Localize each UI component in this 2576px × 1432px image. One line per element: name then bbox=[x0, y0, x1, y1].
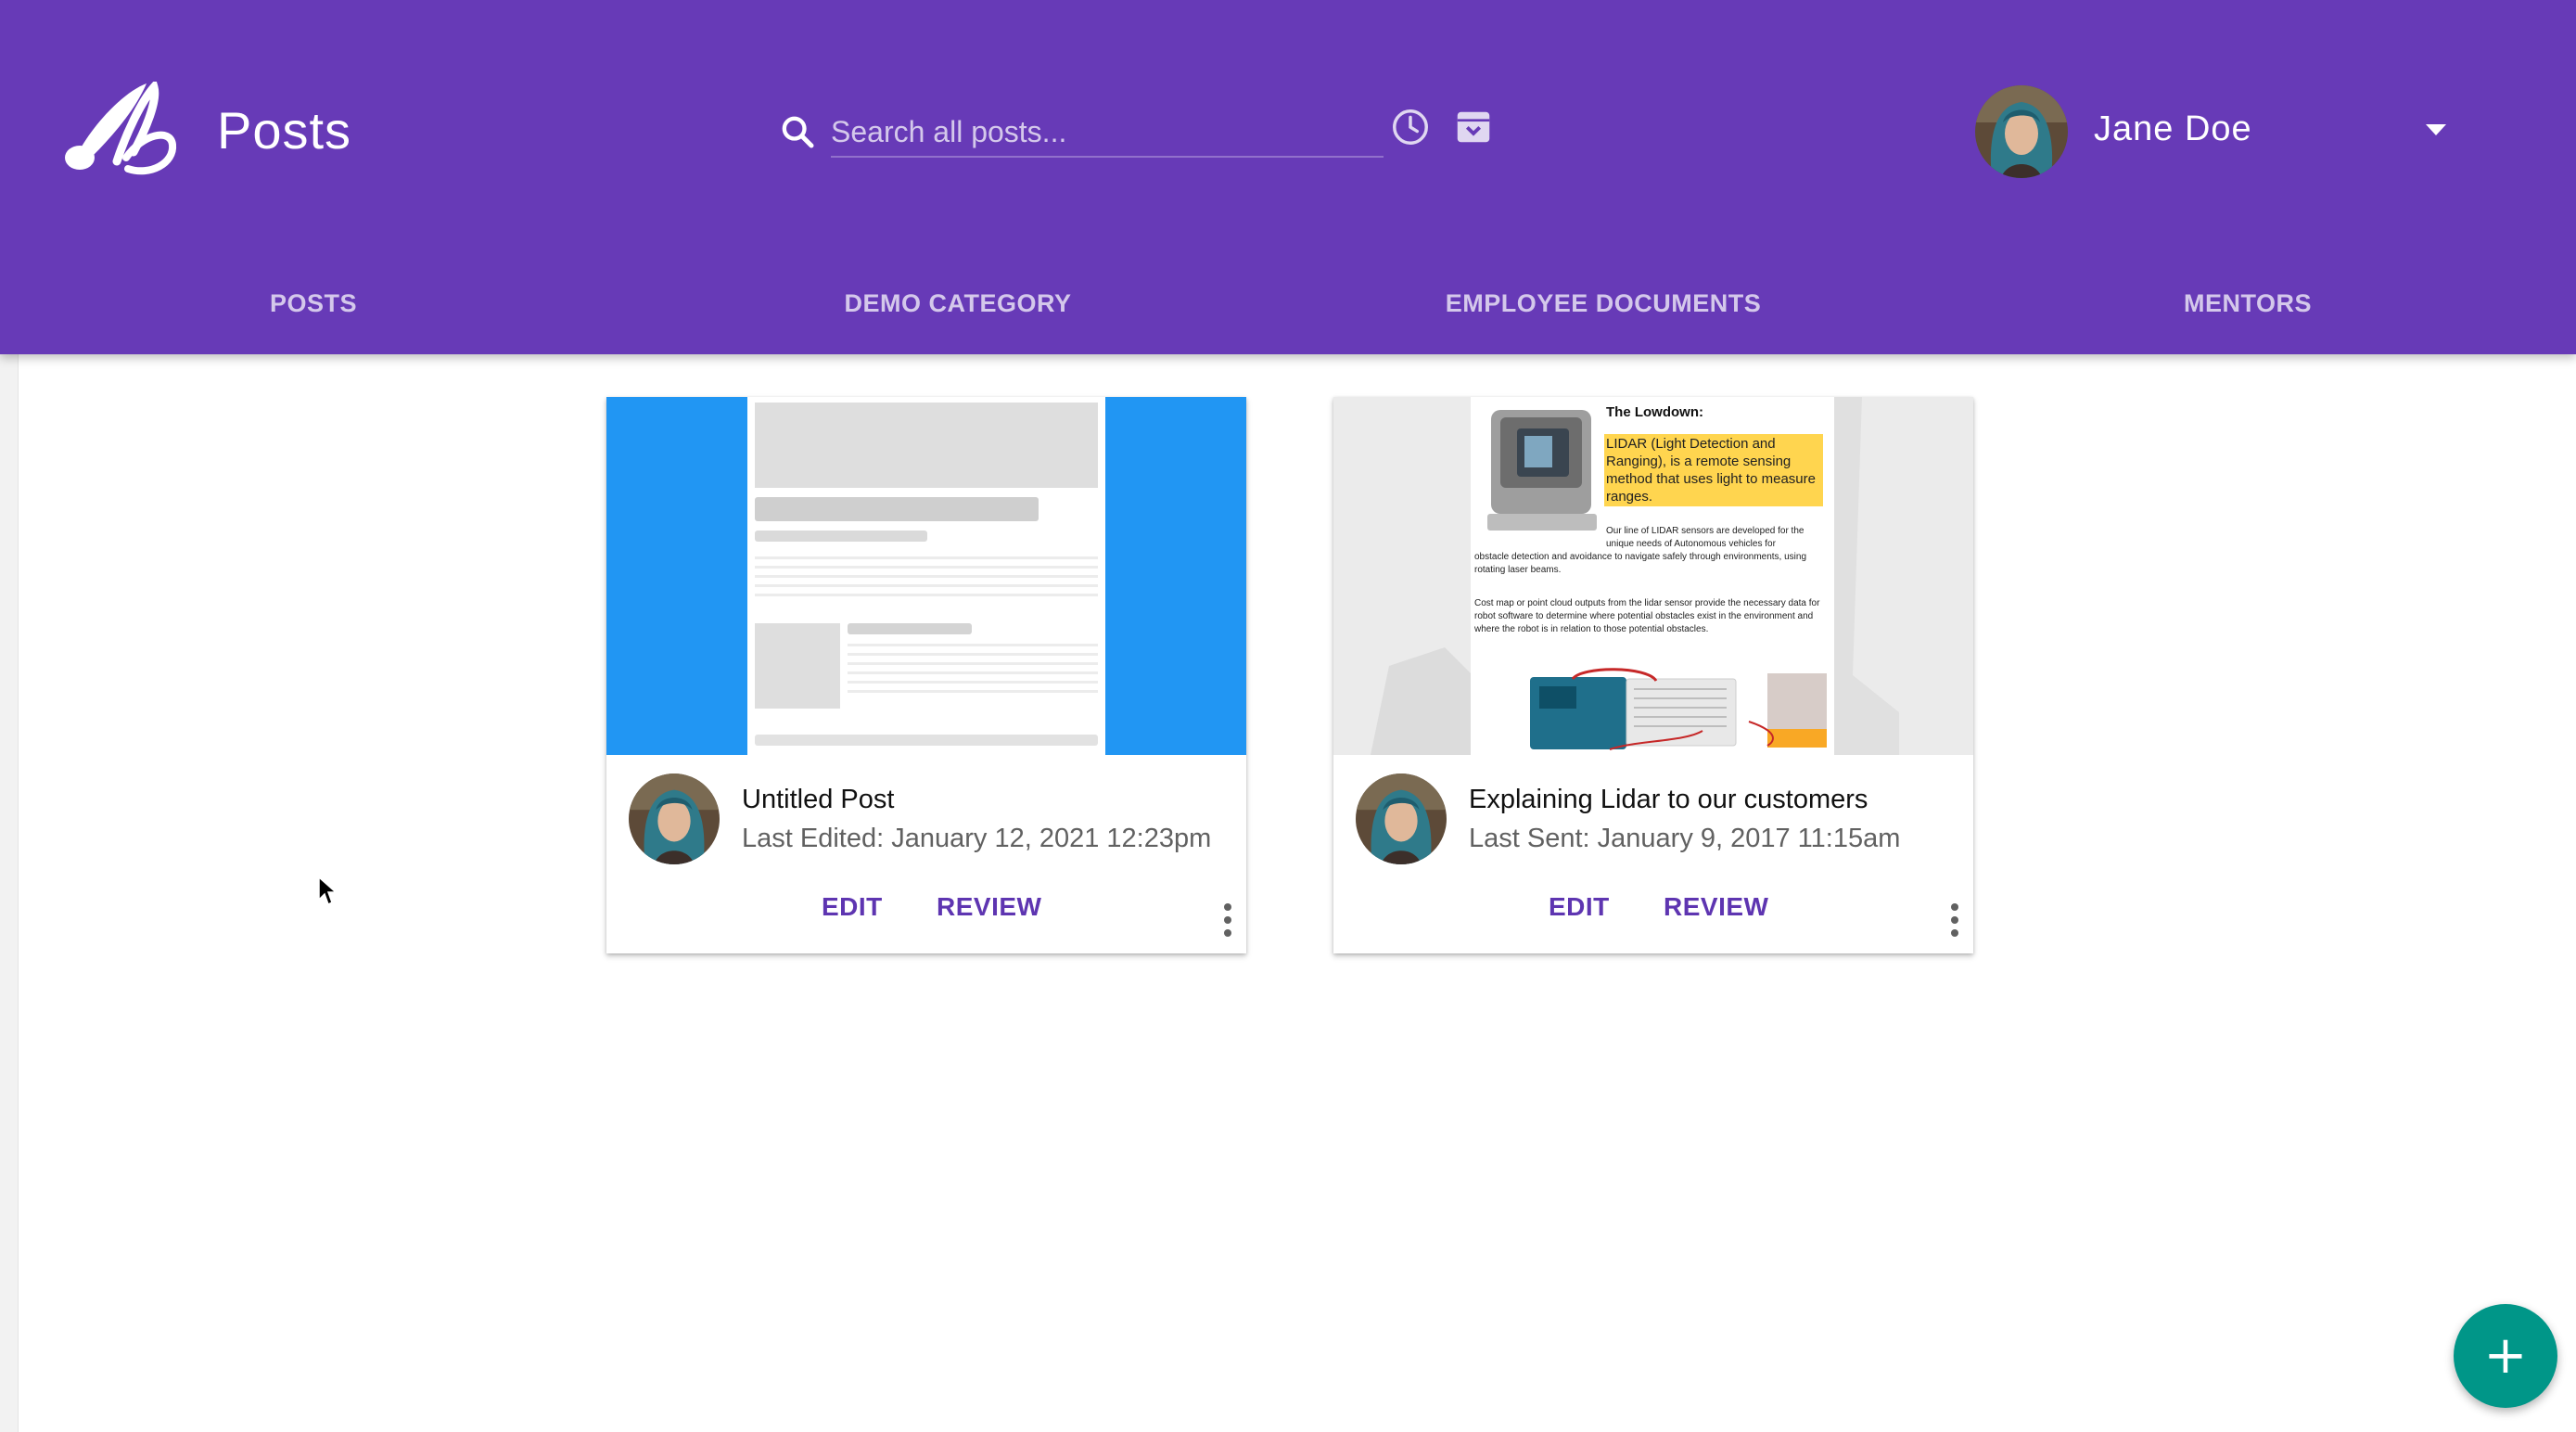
post-timestamp: Last Edited: January 12, 2021 12:23pm bbox=[742, 824, 1212, 853]
archive-icon[interactable] bbox=[1452, 106, 1495, 148]
tab-posts[interactable]: POSTS bbox=[35, 289, 592, 318]
search-icon[interactable] bbox=[779, 113, 816, 150]
post-preview-thumbnail[interactable] bbox=[606, 397, 1246, 755]
review-button[interactable]: REVIEW bbox=[937, 892, 1041, 922]
document-heading: The Lowdown: bbox=[1606, 404, 1703, 420]
author-avatar bbox=[1356, 774, 1447, 864]
mouse-cursor-icon bbox=[317, 876, 338, 907]
category-tabs: POSTS DEMO CATEGORY EMPLOYEE DOCUMENTS M… bbox=[0, 278, 2576, 343]
tab-employee-documents[interactable]: EMPLOYEE DOCUMENTS bbox=[1325, 289, 1881, 318]
brand-logo-icon[interactable] bbox=[61, 78, 184, 178]
edit-button[interactable]: EDIT bbox=[1549, 892, 1610, 922]
search-input[interactable] bbox=[831, 108, 1384, 158]
review-button[interactable]: REVIEW bbox=[1664, 892, 1768, 922]
more-options-icon[interactable] bbox=[1947, 901, 1962, 939]
post-card[interactable]: Untitled Post Last Edited: January 12, 2… bbox=[606, 397, 1246, 953]
post-preview-thumbnail[interactable]: The Lowdown: LIDAR (Light Detection and … bbox=[1333, 397, 1973, 755]
post-timestamp: Last Sent: January 9, 2017 11:15am bbox=[1469, 824, 1901, 853]
avatar[interactable] bbox=[1975, 85, 2068, 178]
user-name[interactable]: Jane Doe bbox=[2094, 109, 2252, 149]
side-rail bbox=[0, 354, 19, 1432]
document-paragraph: obstacle detection and avoidance to navi… bbox=[1474, 552, 1807, 575]
tab-demo-category[interactable]: DEMO CATEGORY bbox=[680, 289, 1236, 318]
document-highlight: LIDAR (Light Detection and Ranging), is … bbox=[1604, 434, 1823, 506]
user-menu[interactable]: Jane Doe bbox=[1971, 83, 2463, 180]
post-card[interactable]: The Lowdown: LIDAR (Light Detection and … bbox=[1333, 397, 1973, 953]
search-bar bbox=[775, 102, 1387, 161]
page-title: Posts bbox=[217, 101, 352, 160]
post-title[interactable]: Untitled Post bbox=[742, 785, 894, 815]
tab-mentors[interactable]: MENTORS bbox=[1970, 289, 2526, 318]
add-post-button[interactable]: + bbox=[2454, 1304, 2557, 1408]
history-icon[interactable] bbox=[1389, 106, 1432, 148]
document-paragraph: Our line of LIDAR sensors are developed … bbox=[1606, 526, 1804, 549]
post-title[interactable]: Explaining Lidar to our customers bbox=[1469, 785, 1868, 815]
document-preview: The Lowdown: LIDAR (Light Detection and … bbox=[1471, 397, 1834, 755]
edit-button[interactable]: EDIT bbox=[822, 892, 883, 922]
app-header: Posts Search all posts... Jane Doe POSTS… bbox=[0, 0, 2576, 354]
document-paragraph: Cost map or point cloud outputs from the… bbox=[1474, 598, 1820, 634]
caret-down-icon[interactable] bbox=[2424, 122, 2448, 137]
author-avatar bbox=[629, 774, 720, 864]
more-options-icon[interactable] bbox=[1220, 901, 1235, 939]
